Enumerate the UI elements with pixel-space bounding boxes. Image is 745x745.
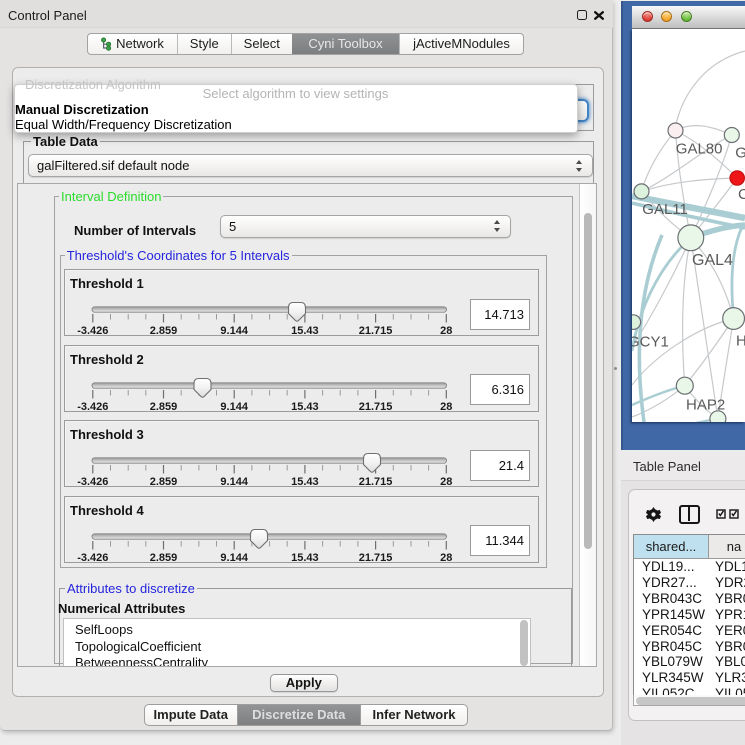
svg-text:15.43: 15.43 bbox=[291, 325, 319, 337]
svg-text:9.144: 9.144 bbox=[220, 325, 248, 337]
svg-text:21.715: 21.715 bbox=[359, 325, 393, 337]
svg-text:9.144: 9.144 bbox=[220, 476, 248, 488]
svg-text:28: 28 bbox=[440, 552, 452, 564]
svg-text:2.859: 2.859 bbox=[150, 552, 178, 564]
svg-text:-3.426: -3.426 bbox=[77, 325, 108, 337]
svg-text:GCY1: GCY1 bbox=[632, 334, 669, 351]
svg-text:-3.426: -3.426 bbox=[77, 401, 108, 413]
svg-text:28: 28 bbox=[440, 476, 452, 488]
svg-text:2.859: 2.859 bbox=[150, 476, 178, 488]
svg-text:9.144: 9.144 bbox=[220, 401, 248, 413]
svg-text:HIS4: HIS4 bbox=[736, 332, 745, 349]
svg-text:15.43: 15.43 bbox=[291, 401, 319, 413]
svg-text:21.715: 21.715 bbox=[359, 401, 393, 413]
svg-text:HAP2: HAP2 bbox=[686, 396, 725, 413]
svg-text:GAL11: GAL11 bbox=[642, 201, 688, 218]
svg-text:-3.426: -3.426 bbox=[77, 552, 108, 564]
svg-text:-3.426: -3.426 bbox=[77, 476, 108, 488]
svg-text:2.859: 2.859 bbox=[150, 401, 178, 413]
svg-text:15.43: 15.43 bbox=[291, 552, 319, 564]
svg-text:2.859: 2.859 bbox=[150, 325, 178, 337]
svg-text:CRP1: CRP1 bbox=[738, 186, 745, 203]
svg-text:GAL80: GAL80 bbox=[676, 141, 723, 158]
svg-text:28: 28 bbox=[440, 325, 452, 337]
svg-text:21.715: 21.715 bbox=[359, 552, 393, 564]
svg-text:21.715: 21.715 bbox=[359, 476, 393, 488]
svg-text:GAL4: GAL4 bbox=[692, 252, 733, 269]
svg-text:GAL3: GAL3 bbox=[735, 145, 745, 162]
svg-text:15.43: 15.43 bbox=[291, 476, 319, 488]
svg-text:28: 28 bbox=[440, 401, 452, 413]
svg-text:9.144: 9.144 bbox=[220, 552, 248, 564]
